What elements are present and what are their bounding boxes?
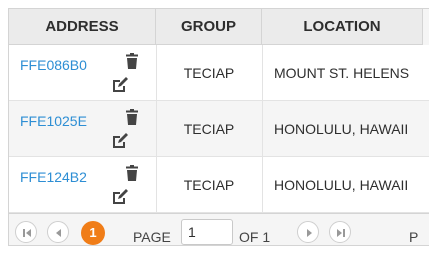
header-scroll-spacer [422,9,429,45]
table-row: FFE124B2 TECIAP HONOLULU, HAWAII [9,157,429,213]
pager: 1 PAGE OF 1 P [9,213,429,245]
column-divider [156,45,157,213]
table-row: FFE086B0 TECIAP MOUNT ST. HELENS [9,45,429,101]
first-page-icon [23,229,31,237]
group-cell: TECIAP [183,121,235,137]
grid-header: ADDRESS GROUP LOCATION [9,9,429,45]
location-cell: MOUNT ST. HELENS [274,65,410,81]
first-page-button[interactable] [15,221,37,243]
group-cell: TECIAP [183,65,235,81]
edit-icon[interactable] [111,189,129,205]
column-header-group[interactable]: GROUP [156,9,262,45]
trash-icon[interactable] [125,109,139,125]
location-cell: HONOLULU, HAWAII [274,177,409,193]
last-page-icon [337,229,345,237]
next-page-icon [307,229,312,237]
trash-icon[interactable] [125,165,139,181]
trash-icon[interactable] [125,53,139,69]
column-header-address[interactable]: ADDRESS [9,9,156,45]
location-cell: HONOLULU, HAWAII [274,121,409,137]
column-header-location[interactable]: LOCATION [262,9,422,45]
prev-page-button[interactable] [47,221,69,243]
next-page-button[interactable] [297,221,319,243]
edit-icon[interactable] [111,133,129,149]
address-link[interactable]: FFE124B2 [20,169,87,185]
page-label: PAGE [133,229,171,245]
table-row: FFE1025E TECIAP HONOLULU, HAWAII [9,101,429,157]
edit-icon[interactable] [111,77,129,93]
address-link[interactable]: FFE1025E [20,113,87,129]
address-link[interactable]: FFE086B0 [20,57,87,73]
column-divider [262,45,263,213]
current-page-number[interactable]: 1 [81,221,105,245]
page-size-label: P [409,229,419,245]
devices-grid: ADDRESS GROUP LOCATION FFE086B0 TECIAP M… [8,8,429,246]
prev-page-icon [56,229,61,237]
page-count-label: OF 1 [239,229,271,245]
page-number-input[interactable] [181,219,233,245]
group-cell: TECIAP [183,177,235,193]
last-page-button[interactable] [329,221,351,243]
